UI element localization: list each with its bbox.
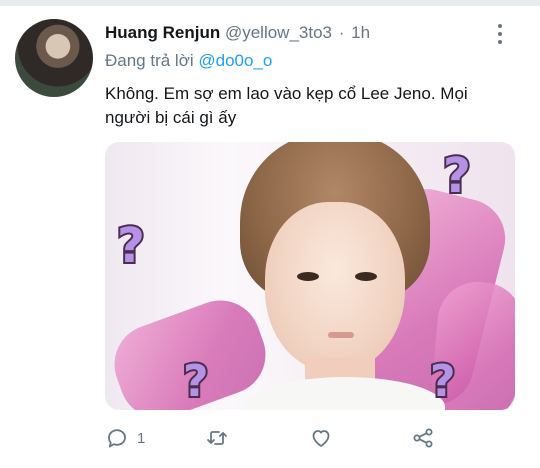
person-eye [355, 272, 377, 281]
question-mark-sticker: ? [115, 218, 147, 274]
top-divider [0, 0, 540, 6]
separator-dot: · [338, 23, 345, 42]
retweet-icon [207, 431, 227, 445]
heart-icon [312, 430, 330, 447]
reply-icon [108, 429, 126, 448]
tweet-text: Không. Em sợ em lao vào kẹp cổ Lee Jeno.… [105, 84, 468, 127]
share-icon [413, 428, 433, 448]
person-mouth [328, 332, 354, 338]
person-face [265, 202, 405, 372]
retweet-button[interactable] [205, 424, 237, 452]
author-handle[interactable]: @yellow_3to3 [225, 23, 332, 42]
person-eye [297, 272, 319, 281]
question-mark-sticker: ? [181, 356, 210, 407]
tweet-media-image[interactable]: ? ? ? ? [105, 142, 515, 410]
question-mark-sticker: ? [441, 148, 473, 204]
tweet-time[interactable]: 1h [351, 23, 370, 42]
reply-button[interactable]: 1 [105, 424, 145, 452]
more-vertical-icon[interactable] [494, 22, 506, 44]
tweet-actions: 1 [105, 424, 525, 452]
like-button[interactable] [309, 424, 341, 452]
replying-to-label: Đang trả lời [105, 51, 194, 70]
share-button[interactable] [411, 424, 435, 452]
avatar[interactable] [15, 19, 93, 97]
author-name[interactable]: Huang Renjun [105, 23, 220, 42]
replying-to: Đang trả lời @do0o_o [105, 50, 272, 72]
reply-count: 1 [137, 429, 146, 447]
tweet-header: Huang Renjun @yellow_3to3 · 1h [105, 22, 490, 44]
question-mark-sticker: ? [428, 356, 457, 407]
replying-to-user-link[interactable]: @do0o_o [198, 51, 272, 70]
